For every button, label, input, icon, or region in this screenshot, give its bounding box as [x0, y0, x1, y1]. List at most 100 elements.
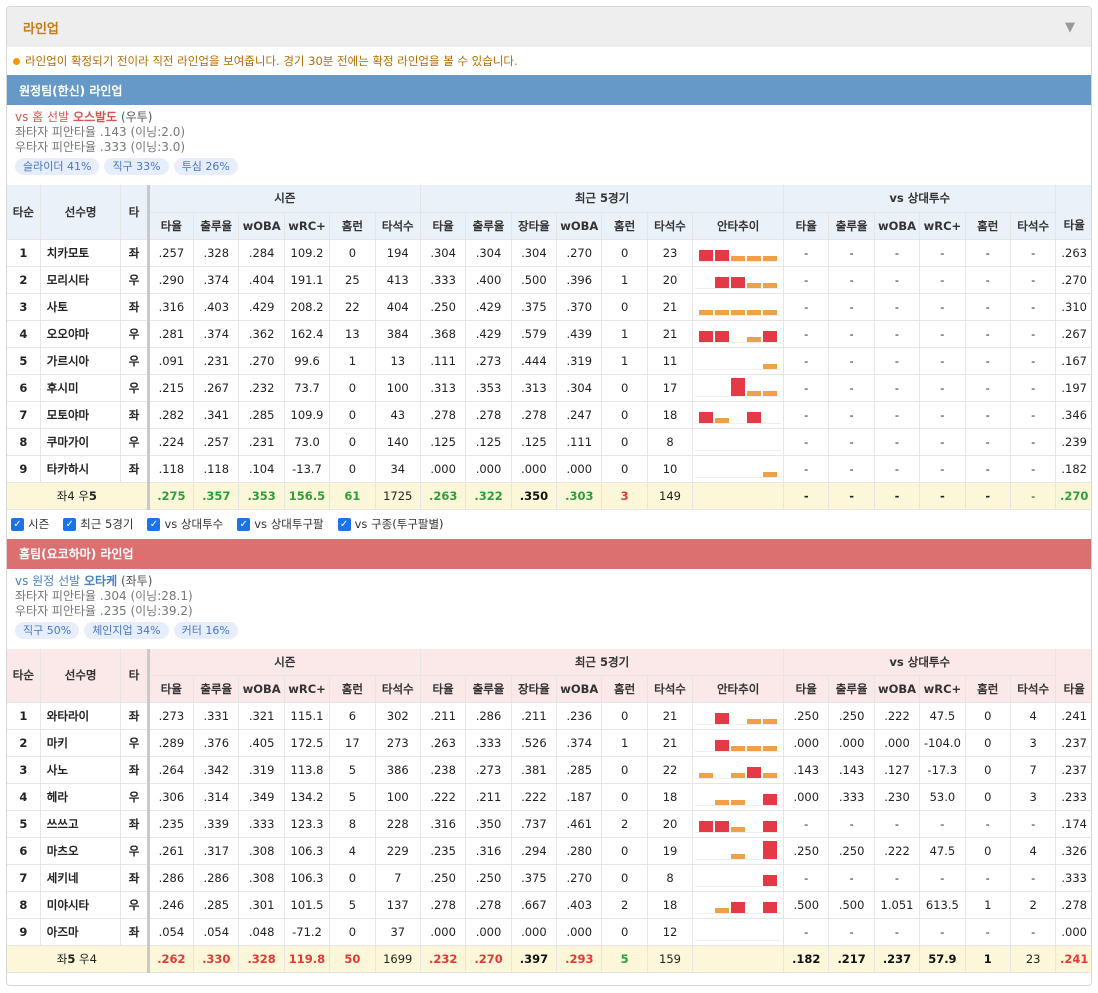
recent-stat: .304: [420, 239, 467, 267]
vs-col[interactable]: wRC+: [919, 675, 966, 703]
season-col[interactable]: 출루율: [193, 212, 240, 240]
season-col[interactable]: wOBA: [238, 675, 285, 703]
hit-trend: [692, 810, 785, 838]
season-col[interactable]: 타석수: [375, 675, 421, 703]
vs-col[interactable]: 출루율: [828, 675, 875, 703]
last-col[interactable]: 타율: [1055, 675, 1091, 703]
filter-checkbox[interactable]: ✓ vs 상대투수: [147, 516, 223, 532]
filter-checkbox[interactable]: ✓ 최근 5경기: [63, 516, 133, 532]
player-name[interactable]: 와타라이: [40, 702, 122, 730]
checkbox-checked-icon[interactable]: ✓: [147, 517, 161, 531]
player-name[interactable]: 치카모토: [40, 239, 122, 267]
vs-stat: -: [828, 266, 875, 294]
season-col[interactable]: 타율: [148, 212, 195, 240]
player-name[interactable]: 사노: [40, 756, 122, 784]
player-name[interactable]: 마키: [40, 729, 122, 757]
collapse-triangle-icon[interactable]: ▼: [1065, 20, 1075, 35]
pitch-tag[interactable]: 커터 16%: [173, 621, 238, 639]
trend-bar: [731, 309, 746, 315]
player-name[interactable]: 모토야마: [40, 401, 122, 429]
season-stat: .403: [193, 293, 240, 321]
total-vs-stat: .182: [783, 945, 830, 973]
recent-stat: 12: [647, 918, 694, 946]
vs-stat: -: [874, 455, 921, 483]
player-name[interactable]: 모리시타: [40, 266, 122, 294]
season-col[interactable]: 홈런: [329, 212, 376, 240]
table-row: 2 모리시타 우 .290.374.404 191.1 25 413.333.400.500…: [7, 266, 1091, 294]
player-name[interactable]: 마츠오: [40, 837, 122, 865]
pitch-tag[interactable]: 투심 26%: [173, 158, 238, 175]
recent-col[interactable]: 홈런: [601, 675, 648, 703]
checkbox-checked-icon[interactable]: ✓: [11, 517, 24, 531]
vs-col[interactable]: 타석수: [1010, 212, 1057, 240]
pitch-tag[interactable]: 슬라이더 41%: [15, 158, 100, 175]
season-stat: 0: [329, 918, 376, 946]
player-name[interactable]: 가르시아: [40, 347, 122, 375]
vs-col[interactable]: 타율: [783, 212, 830, 240]
player-name[interactable]: 쿠마가이: [40, 428, 122, 456]
total-season-stat: .330: [193, 945, 240, 973]
filter-checkbox[interactable]: ✓ vs 구종(투구팔별): [337, 516, 444, 532]
season-col[interactable]: 출루율: [193, 675, 240, 703]
recent-col[interactable]: 홈런: [601, 212, 648, 240]
player-name[interactable]: 헤라: [40, 783, 122, 811]
vs-col[interactable]: 출루율: [828, 212, 875, 240]
season-col[interactable]: 타석수: [375, 212, 421, 240]
checkbox-checked-icon[interactable]: ✓: [337, 517, 351, 531]
recent-col[interactable]: 출루율: [465, 212, 512, 240]
recent-col[interactable]: 타율: [420, 212, 467, 240]
season-col[interactable]: wRC+: [284, 212, 331, 240]
panel-header[interactable]: 라인업 ▼: [7, 7, 1091, 47]
trend-bar: [763, 794, 778, 805]
player-name[interactable]: 타카하시: [40, 455, 122, 483]
season-col[interactable]: 타율: [148, 675, 195, 703]
recent-col[interactable]: 타석수: [647, 675, 694, 703]
vs-col[interactable]: wRC+: [919, 212, 966, 240]
group-recent: 최근 5경기: [420, 185, 785, 213]
total-recent-stat: .303: [556, 482, 603, 510]
vs-col[interactable]: 홈런: [965, 675, 1011, 703]
vs-col[interactable]: 타율: [783, 675, 830, 703]
player-name[interactable]: 사토: [40, 293, 122, 321]
pitch-tag[interactable]: 체인지업 34%: [84, 621, 169, 639]
player-name[interactable]: 쓰쓰고: [40, 810, 122, 838]
player-name[interactable]: 세키네: [40, 864, 122, 892]
checkbox-checked-icon[interactable]: ✓: [63, 517, 77, 531]
season-stat: 17: [329, 729, 376, 757]
recent-col[interactable]: wOBA: [556, 675, 603, 703]
recent-col[interactable]: 출루율: [465, 675, 512, 703]
filter-checkbox[interactable]: ✓ 시즌: [11, 516, 49, 532]
last-col[interactable]: 타율: [1055, 212, 1091, 240]
pitch-tag[interactable]: 직구 33%: [104, 158, 169, 175]
player-name[interactable]: 오오야마: [40, 320, 122, 348]
checkbox-checked-icon[interactable]: ✓: [237, 517, 251, 531]
player-name[interactable]: 아즈마: [40, 918, 122, 946]
recent-stat: 0: [601, 837, 648, 865]
recent-col[interactable]: 장타율: [511, 212, 558, 240]
recent-col[interactable]: wOBA: [556, 212, 603, 240]
pitcher-name[interactable]: 오스발도: [73, 110, 117, 124]
vs-col[interactable]: 홈런: [965, 212, 1011, 240]
batting-order: 5: [7, 347, 41, 375]
recent-stat: .333: [465, 729, 512, 757]
filter-checkbox[interactable]: ✓ vs 상대투구팔: [237, 516, 324, 532]
pitcher-name[interactable]: 오타케: [84, 574, 117, 588]
recent-col[interactable]: 타율: [420, 675, 467, 703]
pitch-tag[interactable]: 직구 50%: [15, 621, 80, 639]
vs-col[interactable]: wOBA: [874, 675, 921, 703]
vs-stat: -: [874, 320, 921, 348]
season-col[interactable]: 홈런: [329, 675, 376, 703]
recent-col[interactable]: 장타율: [511, 675, 558, 703]
recent-col[interactable]: 타석수: [647, 212, 694, 240]
recent-stat: .316: [420, 810, 467, 838]
vs-stat: 3: [1010, 729, 1057, 757]
player-name[interactable]: 후시미: [40, 374, 122, 402]
vs-col[interactable]: 타석수: [1010, 675, 1057, 703]
vs-stat: .000: [783, 783, 830, 811]
recent-stat: .313: [511, 374, 558, 402]
season-col[interactable]: wRC+: [284, 675, 331, 703]
season-col[interactable]: wOBA: [238, 212, 285, 240]
vs-stat: 53.0: [919, 783, 966, 811]
vs-col[interactable]: wOBA: [874, 212, 921, 240]
player-name[interactable]: 미야시타: [40, 891, 122, 919]
